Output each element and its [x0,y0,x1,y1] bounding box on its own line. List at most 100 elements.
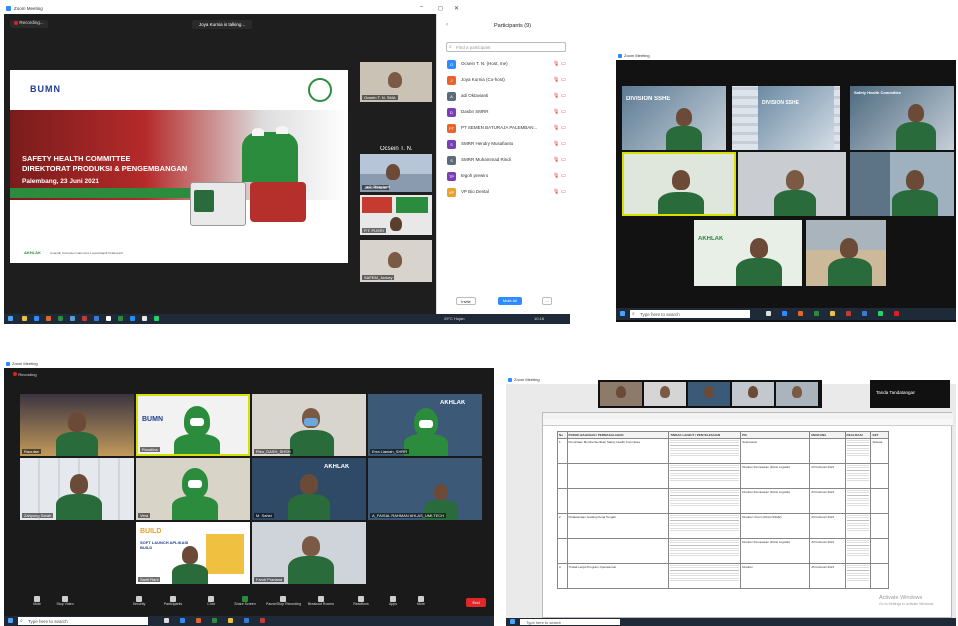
thumb-video[interactable] [776,382,818,406]
video-off-icon[interactable]: ▭ [561,141,569,147]
close-button[interactable]: ✕ [454,5,459,12]
taskbar-app-icon[interactable] [782,311,787,316]
control-button[interactable]: Chat [194,596,228,606]
muted-mic-icon[interactable]: 🎙 [553,157,561,163]
video-tile-9[interactable] [806,220,886,286]
thumb-video[interactable] [644,382,686,406]
windows-start-icon[interactable] [620,311,625,316]
thumb-video[interactable] [600,382,642,406]
participant-row[interactable]: PT PT SEMEN BATURAJA PALEMBAN... 🎙 ▭ [441,122,569,134]
taskbar-app-icon[interactable] [180,618,185,623]
participant-row[interactable]: S SMRR Muhammad Rindi 🎙 ▭ [441,154,569,166]
taskbar-app-icon[interactable] [46,316,51,321]
taskbar-app-icon[interactable] [862,311,867,316]
participant-row[interactable]: O Ocsein T. N. (Host, me) 🎙 ▭ [441,58,569,70]
taskbar-app-icon[interactable] [846,311,851,316]
participant-row[interactable]: S SMRR Hendry Musafianto 🎙 ▭ [441,138,569,150]
video-tile-8[interactable]: AKHLAK [694,220,802,286]
participant-row[interactable]: Aadi Oktavianti 🎙 ▭ [441,90,569,102]
taskbar-app-icon[interactable] [798,311,803,316]
video-tile-7[interactable] [850,152,954,216]
maximize-button[interactable]: ◻ [438,5,443,12]
control-button[interactable]: More [404,596,438,606]
video-tile[interactable]: BUMN Rosalina [136,394,250,456]
windows-start-icon[interactable] [510,619,515,624]
taskbar-app-icon[interactable] [164,618,169,623]
muted-mic-icon[interactable]: 🎙 [553,77,561,83]
mute-all-button[interactable]: Mute All [498,297,522,305]
video-tile[interactable]: Fandi Pradana [252,522,366,584]
taskbar-app-icon[interactable] [130,316,135,321]
video-off-icon[interactable]: ▭ [561,173,569,179]
recording-indicator[interactable]: Recording [10,372,40,379]
taskbar-app-icon[interactable] [830,311,835,316]
participant-row[interactable]: D Dasbn SMRR 🎙 ▭ [441,106,569,118]
taskbar-app-icon[interactable] [196,618,201,623]
video-off-icon[interactable]: ▭ [561,93,569,99]
taskbar-app-icon[interactable] [82,316,87,321]
video-tile[interactable]: A_FAISAL RAHMAN AHLAS_UMLTECH [368,458,482,520]
control-button[interactable]: Security [122,596,156,606]
muted-mic-icon[interactable]: 🎙 [553,125,561,131]
muted-mic-icon[interactable]: 🎙 [553,109,561,115]
taskbar-app-icon[interactable] [260,618,265,623]
taskbar-app-icon[interactable] [58,316,63,321]
taskbar-app-icon[interactable] [766,311,771,316]
muted-mic-icon[interactable]: 🎙 [553,173,561,179]
taskbar-app-icon[interactable] [894,311,899,316]
thumb-video-3[interactable]: P.T. PUSRI [360,195,432,235]
video-tile[interactable]: AKHLAK M. Sahid [252,458,366,520]
taskbar-app-icon[interactable] [118,316,123,321]
control-button[interactable]: Reactions [344,596,378,606]
taskbar-search-box[interactable]: ⌕ Type here to search [18,617,148,625]
thumb-video-4[interactable]: SAFEM_Jockey [360,240,432,282]
video-off-icon[interactable]: ▭ [561,61,569,67]
taskbar-app-icon[interactable] [22,316,27,321]
thumb-video[interactable] [688,382,730,406]
taskbar-app-icon[interactable] [142,316,147,321]
video-tile[interactable]: Riko_DASH_SHSH [252,394,366,456]
taskbar-app-icon[interactable] [94,316,99,321]
video-tile[interactable]: Raoufan [20,394,134,456]
more-button[interactable]: ... [542,297,552,305]
video-off-icon[interactable]: ▭ [561,109,569,115]
video-tile-6[interactable] [738,152,846,216]
taskbar-app-icon[interactable] [244,618,249,623]
taskbar-search-box[interactable]: ⌕ Type here to search [630,310,750,318]
video-tile[interactable]: AKHLAK Erra Lianiah_SHRR [368,394,482,456]
control-button[interactable]: Breakout Rooms [304,596,338,606]
taskbar-app-icon[interactable] [154,316,159,321]
video-tile[interactable]: Zahyung Sarah [20,458,134,520]
side-video[interactable]: Tanda Tandatangan [870,380,950,408]
video-tile-3[interactable]: DIVISION SSHE [758,86,834,150]
minimize-button-2[interactable]: – [420,4,423,10]
video-tile[interactable]: BUILD SOFT LAUNCH APLIKASI BUILD Santi R… [136,522,250,584]
taskbar-app-icon[interactable] [34,316,39,321]
muted-mic-icon[interactable]: 🎙 [553,61,561,67]
taskbar-app-icon[interactable] [878,311,883,316]
taskbar-app-icon[interactable] [228,618,233,623]
collapse-panel-icon[interactable]: ‹ [446,22,448,28]
taskbar-search-box[interactable]: Type here to search [520,619,620,625]
end-meeting-button[interactable]: End [466,598,486,607]
participant-row[interactable]: VP VP Bio Dental 🎙 ▭ [441,186,569,198]
muted-mic-icon[interactable]: 🎙 [553,189,561,195]
windows-start-icon[interactable] [8,618,13,623]
recording-indicator[interactable]: Recording... [10,20,48,28]
participant-row[interactable]: TP tegoh prewiro 🎙 ▭ [441,170,569,182]
video-off-icon[interactable]: ▭ [561,189,569,195]
control-button[interactable]: Stop Video [48,596,82,606]
video-off-icon[interactable]: ▭ [561,77,569,83]
invite-button[interactable]: Invite [456,297,476,305]
taskbar-app-icon[interactable] [814,311,819,316]
control-button[interactable]: Participants [156,596,190,606]
participant-row[interactable]: J Joya Kurnia (Co-host) 🎙 ▭ [441,74,569,86]
windows-start-icon[interactable] [8,316,13,321]
video-off-icon[interactable]: ▭ [561,157,569,163]
thumb-video-1[interactable]: Ocsein T. N. SMA [360,62,432,102]
thumb-video[interactable] [732,382,774,406]
control-button[interactable]: Share Screen [228,596,262,606]
participant-search-input[interactable]: ⌕ Find a participant [446,42,566,52]
taskbar-app-icon[interactable] [106,316,111,321]
muted-mic-icon[interactable]: 🎙 [553,141,561,147]
